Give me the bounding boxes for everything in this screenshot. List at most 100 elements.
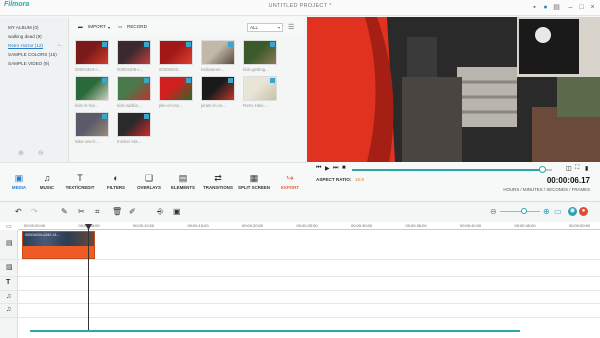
tool-split-screen[interactable]: ▦ SPLIT SCREEN [237,173,271,190]
video-clip[interactable]: 00004404-c2d2-41... [22,231,95,259]
zoom-in-icon[interactable]: ⊕ [543,207,550,216]
tool-transitions[interactable]: ⇄ TRANSITIONS [201,173,235,190]
overlays-icon: ❏ [144,173,154,183]
album-item-walking-dead[interactable]: walking dead (9) [8,34,42,39]
media-thumbnail[interactable] [159,40,193,65]
zoom-slider-track[interactable] [500,211,540,212]
zoom-slider-handle[interactable] [521,208,527,214]
maximize-icon[interactable]: □ [577,3,586,12]
title-bar: Filmora UNTITLED PROJECT * ▪ ● ▤ – □ × [0,0,600,16]
close-icon[interactable]: × [588,3,597,12]
elements-icon: ▤ [178,173,188,183]
media-caption: Retro Halo... [243,103,268,108]
import-button[interactable]: IMPORT [88,24,106,29]
tool-music[interactable]: ♫ MUSIC [30,173,64,190]
preview-frame [307,17,600,162]
tool-filters[interactable]: ◐ FILTERS [99,173,133,190]
video-badge-icon [270,78,275,83]
redo-icon[interactable]: ↷ [31,207,38,216]
split-screen-icon: ▦ [249,173,259,183]
record-screen-icon[interactable]: ▣ [173,207,181,216]
video-track-icon: ▤ [6,240,13,247]
video-badge-icon [144,42,149,47]
snapshot-icon[interactable]: ◫ [566,165,572,172]
record-camera-icon[interactable]: ▭ [118,24,122,30]
media-thumbnail[interactable] [75,112,109,137]
cut-icon[interactable]: ✂ [78,207,85,216]
album-item-sample-video[interactable]: SAMPLE VIDEO (9) [8,61,49,66]
step-back-icon[interactable]: ⏮ [316,165,321,172]
playhead[interactable] [88,224,89,330]
voiceover-icon[interactable]: ⎆ [157,207,163,217]
media-caption: pile-of-can... [159,103,183,108]
media-thumbnail[interactable] [159,76,193,101]
ruler-tick-label: 00:00:00:00 [24,223,46,228]
fit-timeline-icon[interactable]: ▭ [554,207,562,216]
track-manager-icon[interactable]: ▭ [6,223,12,230]
tool-label: FILTERS [107,185,125,190]
tool-label: TEXT/CREDIT [65,185,95,190]
ruler-tick-label: 00:00:35:00 [405,223,427,228]
timecode: 00:00:06.17 [546,176,590,185]
stop-icon[interactable]: ■ [342,165,346,171]
media-thumbnail[interactable] [243,40,277,65]
undo-icon[interactable]: ↶ [15,207,22,216]
media-thumbnail[interactable] [75,76,109,101]
zoom-out-icon[interactable]: ⊖ [490,207,497,216]
add-album-icon[interactable]: ⊕ [18,149,24,157]
media-thumbnail[interactable] [243,76,277,101]
step-forward-icon[interactable]: ⏭ [333,165,338,172]
media-thumbnail[interactable] [117,40,151,65]
save-icon[interactable]: ▪ [530,3,539,12]
delete-icon[interactable]: 🗑 [112,207,122,216]
record-icon[interactable]: ● [579,207,588,216]
media-filter-select[interactable]: ALL ▾ [247,23,283,32]
collapse-arrow-icon[interactable]: ← [57,42,63,48]
text-track-icon: T [6,279,11,286]
media-thumbnail[interactable] [117,112,151,137]
video-badge-icon [144,114,149,119]
playback-bar: ⏮ ▶ ⏭ ■ ◫ ⛶ ▮ ASPECT RATIO: 16:9 00:00:0… [307,162,600,200]
snap-icon[interactable]: ◉ [568,207,577,216]
aspect-ratio-value[interactable]: 16:9 [355,177,364,182]
chevron-down-icon: ▾ [277,25,280,30]
time-ruler[interactable]: 00:00:00:0000:00:05:0000:00:10:0000:00:1… [18,222,600,230]
album-item-my-album[interactable]: MY ALBUM (0) [8,25,39,30]
tool-text-credit[interactable]: T TEXT/CREDIT [63,173,97,190]
media-thumbnail[interactable] [201,76,235,101]
minimize-icon[interactable]: – [566,3,575,12]
play-icon[interactable]: ▶ [325,165,330,172]
audio-track-icon: ♫ [6,306,12,313]
pip-track: ▨ [0,260,600,277]
media-thumbnail[interactable] [75,40,109,65]
tool-label: EXPORT [280,185,300,190]
seek-handle[interactable] [539,166,546,173]
video-badge-icon [186,78,191,83]
tool-elements[interactable]: ▤ ELEMENTS [166,173,200,190]
video-badge-icon [102,42,107,47]
record-button[interactable]: RECORD [127,24,147,29]
tool-overlays[interactable]: ❏ OVERLAYS [132,173,166,190]
volume-icon[interactable]: ▮ [585,165,588,172]
chevron-down-icon[interactable]: ▾ [108,25,110,30]
fullscreen-icon[interactable]: ⛶ [575,165,579,172]
video-badge-icon [228,78,233,83]
media-caption: pirate-in-ce... [201,103,227,108]
crop-icon[interactable]: ⌗ [95,207,100,217]
media-thumbnail[interactable] [117,76,151,101]
delete-album-icon[interactable]: ⊖ [38,149,44,157]
album-item-retro-horror[interactable]: Retro Horror (12) [8,43,43,48]
chat-icon[interactable]: ● [541,3,550,12]
media-caption: trunker-sta... [117,139,142,144]
tool-export[interactable]: ↪ EXPORT [273,173,307,190]
color-pick-icon[interactable]: ✐ [129,207,136,216]
album-item-sample-colors[interactable]: SAMPLE COLORS (15) [8,52,57,57]
list-view-icon[interactable]: ☰ [288,23,294,31]
music-track-icon: ♫ [6,293,12,300]
media-thumbnail[interactable] [201,40,235,65]
import-folder-icon[interactable]: ▬ [78,24,83,29]
audio-track: ♫ [0,304,600,318]
settings-icon[interactable]: ▤ [552,3,561,12]
edit-pencil-icon[interactable]: ✎ [61,207,68,216]
timeline-scrollbar[interactable] [30,330,520,332]
